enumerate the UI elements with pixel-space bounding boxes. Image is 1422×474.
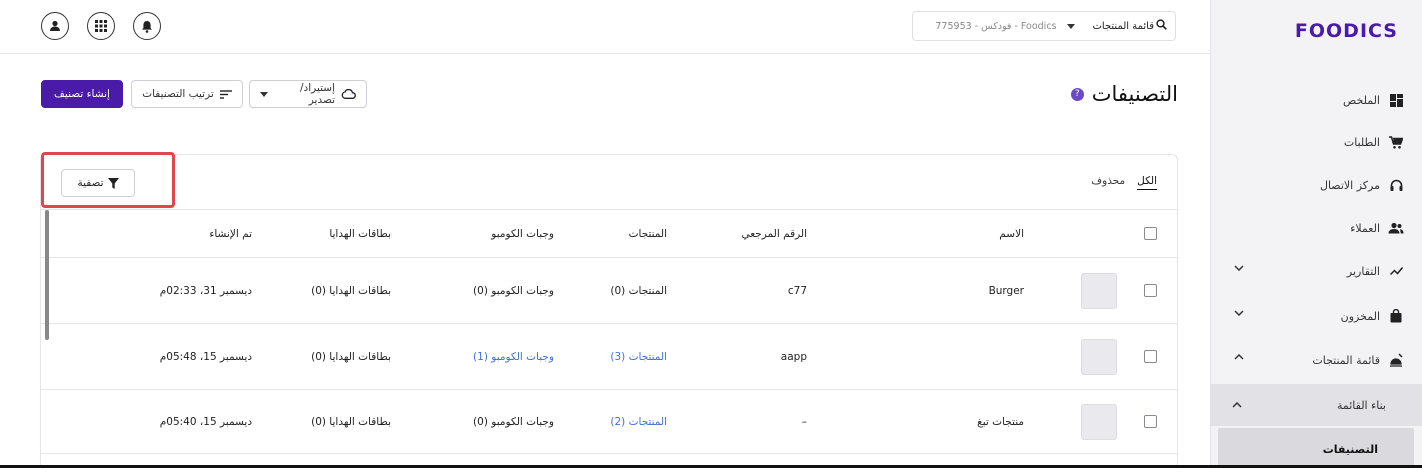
bag-icon (1388, 308, 1404, 324)
combos-count: وجبات الكومبو (0) (473, 415, 554, 428)
sidebar-item-label: الملخص (1343, 93, 1380, 107)
cart-icon (1388, 134, 1404, 150)
sidebar: FOODICS الملخص الطلبات مركز الاتصال العم… (1210, 0, 1422, 474)
cloud-icon (341, 89, 356, 99)
chevron-down-icon[interactable] (1232, 310, 1244, 322)
products-link[interactable]: المنتجات (3) (610, 324, 667, 389)
categories-table-card: الكل محذوف تصفية الاسم الرقم المرجعي الم… (40, 154, 1178, 474)
combos-count: وجبات الكومبو (0) (473, 284, 554, 297)
sidebar-item-call-center[interactable]: مركز الاتصال (1210, 163, 1422, 207)
users-icon (1388, 220, 1404, 236)
import-export-label: إستيراد/ تصدير (300, 82, 335, 106)
category-image (1081, 272, 1117, 309)
created-at: ديسمبر 15، 05:40م (159, 415, 252, 428)
sidebar-item-label: التصنيفات (1322, 442, 1378, 456)
caret-down-icon (260, 91, 268, 97)
category-reference: aapp (780, 350, 807, 363)
column-header-reference[interactable]: الرقم المرجعي (741, 210, 807, 257)
menu-select-value: قائمة المنتجات (1092, 20, 1155, 32)
select-all-checkbox[interactable] (1143, 227, 1157, 240)
created-at: ديسمبر 15، 05:48م (159, 350, 252, 363)
table-row[interactable]: Burger c77 المنتجات (0) وجبات الكومبو (0… (41, 257, 1177, 323)
gift-cards-count: بطاقات الهدايا (0) (311, 415, 391, 428)
gift-cards-count: بطاقات الهدايا (0) (311, 350, 391, 363)
column-header-combos[interactable]: وجبات الكومبو (491, 210, 554, 257)
sort-icon (219, 89, 232, 99)
gift-cards-count: بطاقات الهدايا (0) (311, 284, 391, 297)
tab-all[interactable]: الكل (1137, 175, 1157, 190)
combos-link[interactable]: وجبات الكومبو (1) (473, 324, 554, 389)
sidebar-subitem-categories[interactable]: التصنيفات (1218, 428, 1414, 470)
row-checkbox[interactable] (1144, 415, 1157, 428)
sidebar-item-label: قائمة المنتجات (1312, 353, 1380, 367)
chevron-up-icon[interactable] (1232, 354, 1244, 366)
sidebar-item-inventory[interactable]: المخزون (1210, 294, 1422, 338)
apps-grid-icon[interactable] (87, 12, 115, 40)
row-checkbox[interactable] (1144, 284, 1157, 297)
sort-categories-button[interactable]: ترتيب التصنيفات (131, 80, 243, 108)
sidebar-subitem-menu-builder[interactable]: بناء القائمة (1210, 384, 1422, 426)
sidebar-item-orders[interactable]: الطلبات (1210, 120, 1422, 164)
sidebar-item-label: بناء القائمة (1336, 398, 1386, 412)
sidebar-item-summary[interactable]: الملخص (1210, 78, 1422, 122)
page-title-text: التصنيفات (1091, 82, 1178, 106)
sidebar-item-menu[interactable]: قائمة المنتجات (1210, 338, 1422, 382)
sort-categories-label: ترتيب التصنيفات (142, 88, 214, 100)
category-image (1081, 403, 1117, 440)
sidebar-item-customers[interactable]: العملاء (1210, 206, 1422, 250)
page-title: التصنيفات ? (1070, 82, 1178, 106)
create-category-label: إنشاء تصنيف (54, 88, 110, 100)
top-bar: قائمة المنتجات Foodics - فودكس - 775953 (0, 0, 1210, 54)
chevron-down-icon[interactable] (1232, 265, 1244, 277)
created-at: ديسمبر 31، 02:33م (159, 284, 252, 297)
column-header-name[interactable]: الاسم (999, 210, 1024, 257)
dashboard-icon (1388, 92, 1404, 108)
sidebar-item-label: العملاء (1350, 221, 1380, 235)
table-row[interactable]: منتجات تبغ – المنتجات (2) وجبات الكومبو … (41, 389, 1177, 453)
import-export-button[interactable]: إستيراد/ تصدير (249, 80, 367, 108)
category-reference: c77 (787, 284, 807, 297)
bottom-border (0, 465, 1422, 474)
sidebar-item-label: الطلبات (1343, 135, 1380, 149)
menu-icon (1388, 352, 1404, 368)
category-image (1081, 338, 1117, 375)
row-checkbox[interactable] (1144, 350, 1157, 363)
headset-icon (1388, 177, 1404, 193)
table-header-row: الاسم الرقم المرجعي المنتجات وجبات الكوم… (41, 209, 1177, 257)
status-tabs: الكل محذوف (1091, 175, 1157, 190)
table-row[interactable]: aapp المنتجات (3) وجبات الكومبو (1) بطاق… (41, 323, 1177, 389)
chart-line-icon (1388, 263, 1404, 279)
chevron-up-icon[interactable] (1232, 402, 1242, 408)
help-icon[interactable]: ? (1070, 87, 1084, 101)
category-reference: – (801, 415, 807, 428)
sidebar-item-reports[interactable]: التقارير (1210, 249, 1422, 293)
sidebar-item-label: مركز الاتصال (1319, 178, 1380, 192)
products-count: المنتجات (0) (610, 284, 667, 297)
category-name: منتجات تبغ (977, 415, 1024, 428)
foodics-logo: FOODICS (1294, 20, 1398, 42)
sidebar-item-label: التقارير (1346, 264, 1380, 278)
create-category-button[interactable]: إنشاء تصنيف (41, 80, 123, 108)
category-name: Burger (988, 284, 1024, 297)
sidebar-item-label: المخزون (1340, 309, 1380, 323)
tab-deleted[interactable]: محذوف (1091, 175, 1125, 190)
menu-branch-selector[interactable]: قائمة المنتجات Foodics - فودكس - 775953 (912, 11, 1176, 41)
user-icon[interactable] (41, 12, 69, 40)
vertical-scrollbar[interactable] (45, 210, 49, 340)
column-header-created[interactable]: تم الإنشاء (209, 210, 252, 257)
column-header-products[interactable]: المنتجات (629, 210, 667, 257)
column-header-gift-cards[interactable]: بطاقات الهدايا (329, 210, 391, 257)
filter-highlight-box (41, 152, 175, 208)
caret-down-icon (1066, 21, 1075, 32)
branch-label: Foodics - فودكس - 775953 (935, 20, 1057, 32)
bell-icon[interactable] (133, 12, 161, 40)
products-link[interactable]: المنتجات (2) (610, 390, 667, 453)
search-icon (1156, 19, 1167, 33)
